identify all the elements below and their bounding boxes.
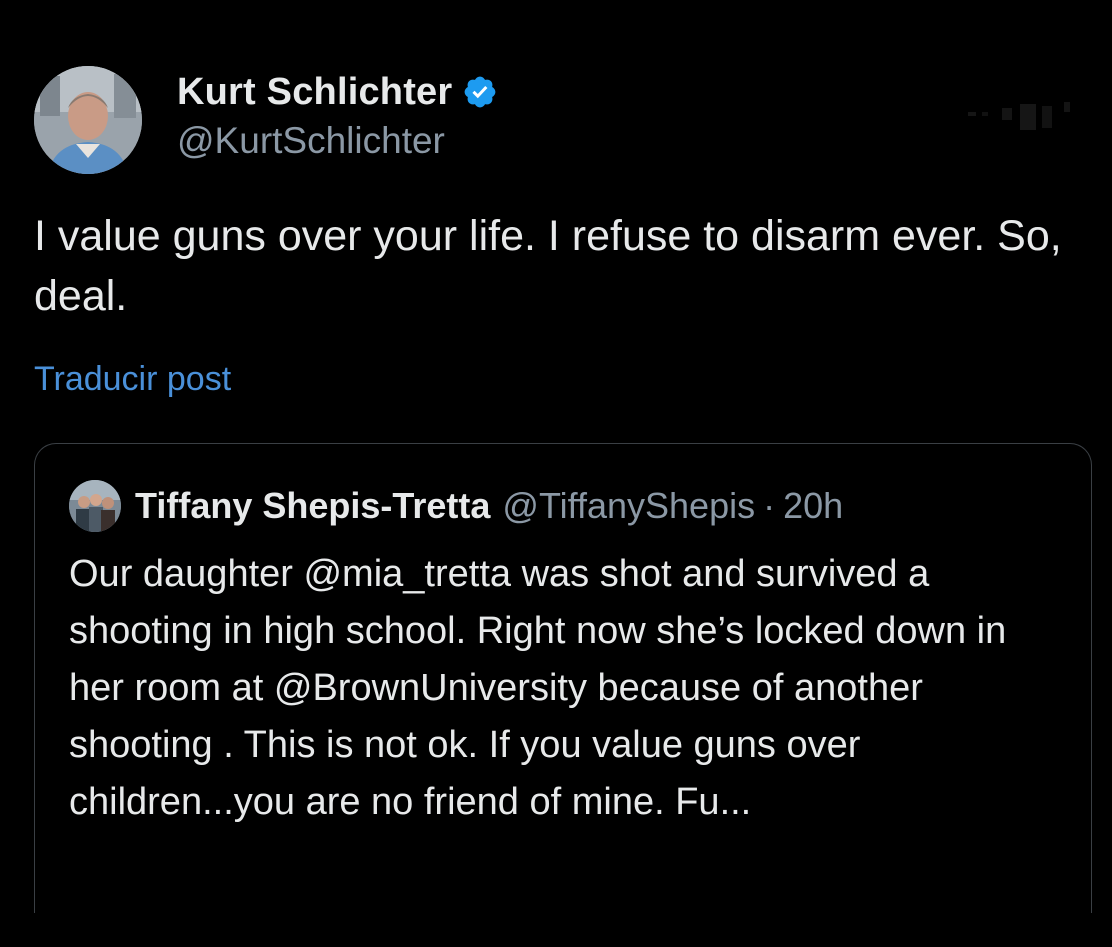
group-photo-icon [69,480,121,532]
quoted-post[interactable]: Tiffany Shepis-Tretta @TiffanyShepis · 2… [34,443,1092,913]
quoted-author-handle[interactable]: @TiffanyShepis [502,485,755,527]
quoted-author-display-name[interactable]: Tiffany Shepis-Tretta [135,485,490,527]
profile-photo-icon [34,66,142,174]
author-avatar[interactable] [34,66,142,174]
verified-badge-icon[interactable] [462,74,498,110]
quoted-post-header: Tiffany Shepis-Tretta @TiffanyShepis · 2… [69,480,843,532]
post-text: I value guns over your life. I refuse to… [34,212,1062,320]
author-name-row: Kurt Schlichter [177,68,498,116]
separator-dot: · [763,485,776,526]
author-handle[interactable]: @KurtSchlichter [177,120,498,162]
author-info: Kurt Schlichter @KurtSchlichter [177,68,498,162]
more-options-icon[interactable] [968,92,1078,142]
author-display-name[interactable]: Kurt Schlichter [177,71,452,114]
quoted-post-text: Our daughter @mia_tretta was shot and su… [69,553,1007,823]
translate-post-link[interactable]: Traducir post [34,360,231,399]
quoted-author-avatar[interactable] [69,480,121,532]
post: Kurt Schlichter @KurtSchlichter I value … [0,0,1112,947]
quoted-post-timestamp[interactable]: 20h [783,485,843,527]
